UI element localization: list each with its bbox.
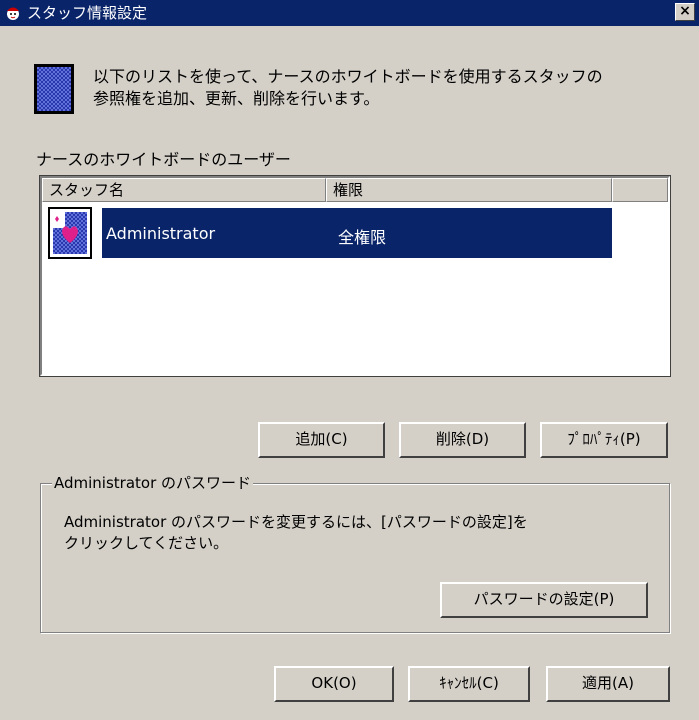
description-line-1: 以下のリストを使って、ナースのホワイトボードを使用するスタッフの [93,67,603,86]
column-header-staff-name[interactable]: スタッフ名 [42,178,326,202]
password-instructions-line-2: クリックしてください。 [64,534,229,552]
description: 以下のリストを使って、ナースのホワイトボードを使用するスタッフの 参照権を追加、… [93,66,683,110]
description-line-2: 参照権を追加、更新、削除を行います。 [93,89,380,108]
delete-button[interactable]: 削除(D) [399,422,526,458]
cell-staff-name: Administrator [106,224,216,243]
app-icon [7,7,19,20]
title-bar: スタッフ情報設定 × [0,0,699,26]
set-password-button[interactable]: パスワードの設定(P) [440,582,648,618]
column-header-permission[interactable]: 権限 [326,178,612,202]
selected-row-highlight[interactable]: Administrator 全権限 [102,208,612,258]
column-header-empty[interactable] [612,178,668,202]
user-list[interactable]: スタッフ名 権限 Administrator 全権限 [39,175,671,377]
password-instructions-line-1: Administrator のパスワードを変更するには、[パスワードの設定]を [64,513,528,531]
close-button[interactable]: × [675,3,695,21]
properties-button[interactable]: ﾌﾟﾛﾊﾟﾃｨ(P) [540,422,668,458]
password-instructions: Administrator のパスワードを変更するには、[パスワードの設定]を … [64,512,664,554]
window-title: スタッフ情報設定 [27,4,148,22]
password-group-legend: Administrator のパスワード [52,472,254,493]
whiteboard-icon [34,64,74,114]
ok-button[interactable]: OK(O) [274,666,394,702]
apply-button[interactable]: 適用(A) [546,666,670,702]
table-row[interactable]: Administrator 全権限 [42,204,668,262]
users-group-label: ナースのホワイトボードのユーザー [36,150,291,169]
add-button[interactable]: 追加(C) [258,422,385,458]
cancel-button[interactable]: ｷｬﾝｾﾙ(C) [408,666,530,702]
user-card-icon [48,207,92,259]
cell-permission: 全権限 [338,228,387,247]
